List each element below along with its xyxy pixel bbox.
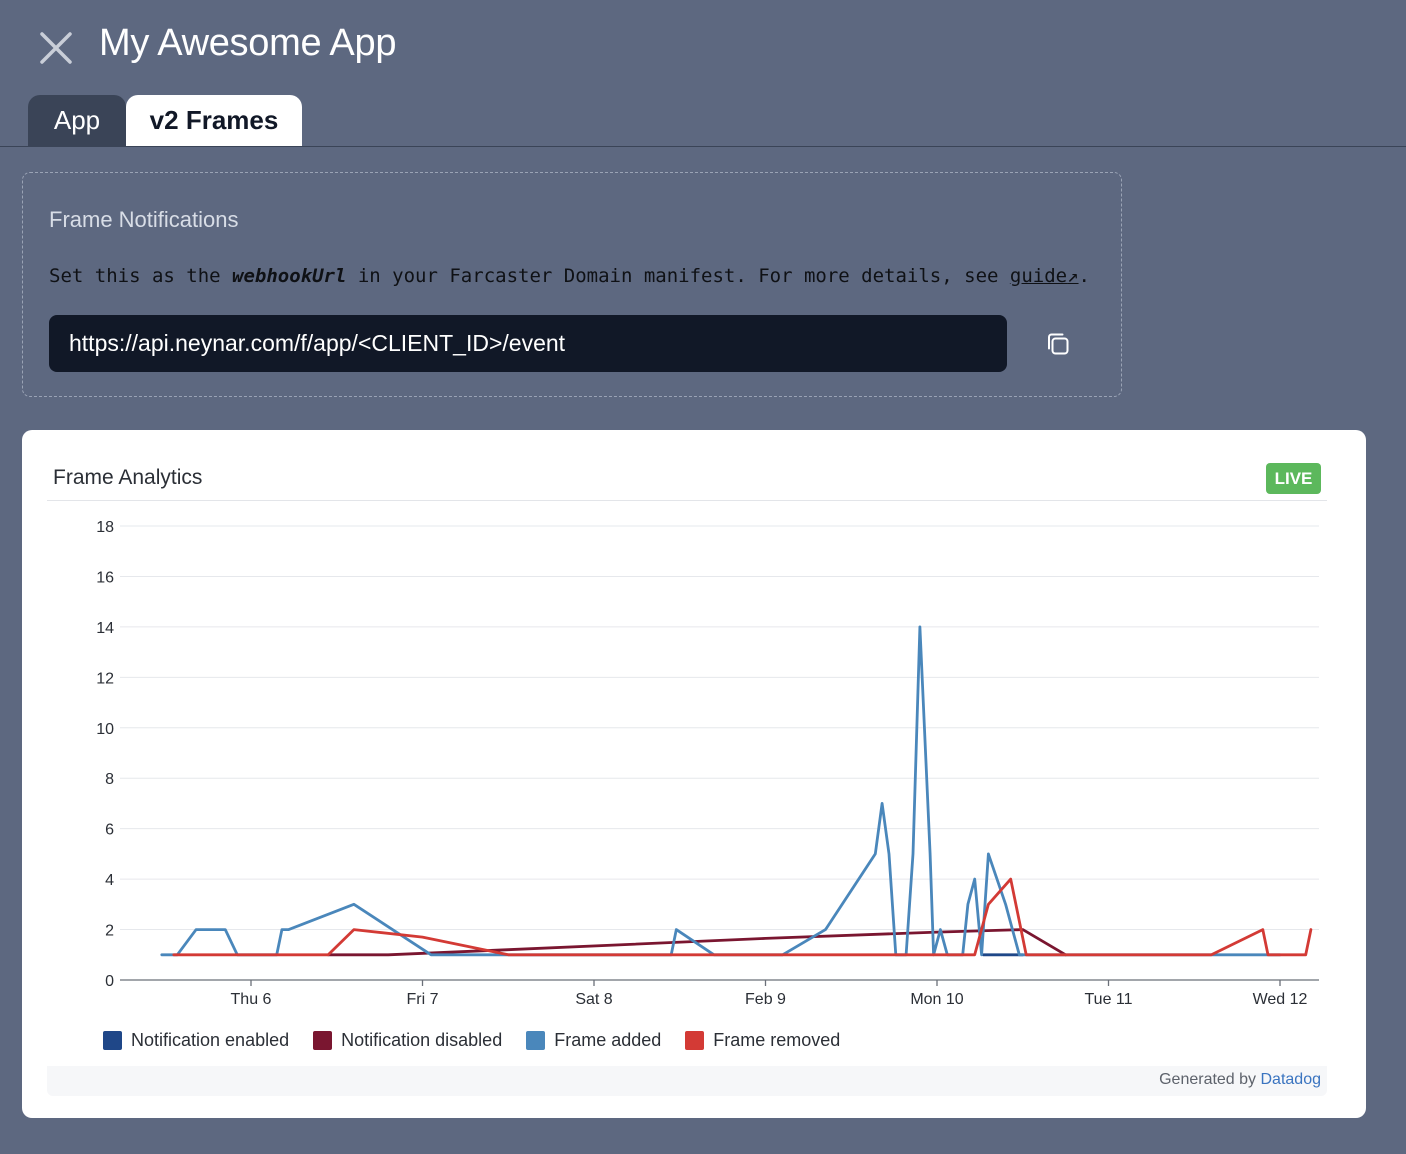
legend-swatch-frame-added <box>526 1031 546 1050</box>
y-tick-label: 18 <box>96 519 114 536</box>
x-tick-label: Sat 8 <box>575 991 612 1008</box>
frame-analytics-card: Frame Analytics LIVE 0 2 4 6 8 10 12 14 16 18 Thu … <box>22 430 1366 1118</box>
x-tick-label: Tue 11 <box>1084 991 1132 1008</box>
y-tick-label: 0 <box>105 973 114 990</box>
y-tick-label: 16 <box>96 569 114 586</box>
app-title: My Awesome App <box>99 22 397 64</box>
x-tick-label: Mon 10 <box>910 991 963 1008</box>
top-bar: My Awesome App <box>0 0 1406 90</box>
legend-item-frame-removed[interactable]: Frame removed <box>685 1030 840 1051</box>
y-tick-label: 14 <box>96 620 114 637</box>
close-icon[interactable] <box>36 28 76 68</box>
legend-label: Frame removed <box>713 1030 841 1050</box>
legend-item-frame-added[interactable]: Frame added <box>526 1030 661 1051</box>
desc-suffix: . <box>1078 265 1090 287</box>
desc-middle: in your Farcaster Domain manifest. For m… <box>346 265 1010 287</box>
datadog-link[interactable]: Datadog <box>1261 1071 1322 1088</box>
frame-notifications-title: Frame Notifications <box>49 207 239 232</box>
copy-icon[interactable] <box>1045 331 1071 357</box>
y-tick-label: 10 <box>96 721 114 738</box>
tab-app[interactable]: App <box>28 95 126 146</box>
x-tick-label: Fri 7 <box>407 991 439 1008</box>
legend-label: Notification enabled <box>131 1030 290 1050</box>
legend-swatch-notification-enabled <box>103 1031 122 1050</box>
y-tick-label: 12 <box>96 670 114 687</box>
chart-footer: Generated by Datadog <box>47 1066 1327 1096</box>
y-tick-label: 4 <box>105 872 114 889</box>
legend-label: Frame added <box>554 1030 662 1050</box>
guide-link[interactable]: guide↗ <box>1010 265 1079 287</box>
y-tick-label: 2 <box>105 923 114 940</box>
chart-legend: Notification enabled Notification disabl… <box>103 1030 864 1051</box>
tab-v2-frames[interactable]: v2 Frames <box>126 95 302 146</box>
frame-notifications-card: Frame Notifications Set this as the webh… <box>22 172 1122 397</box>
external-link-icon: ↗ <box>1067 265 1079 287</box>
legend-swatch-frame-removed <box>685 1031 705 1050</box>
tab-bar: App v2 Frames <box>28 95 302 146</box>
generated-by: Generated by Datadog <box>1159 1071 1321 1089</box>
y-tick-label: 8 <box>105 771 114 788</box>
frame-analytics-chart: 0 2 4 6 8 10 12 14 16 18 Thu 6 Fri 7 Sat 8 Feb 9 Mon 1… <box>96 519 1319 1008</box>
frame-notifications-description: Set this as the webhookUrl in your Farca… <box>49 265 1090 287</box>
legend-swatch-notification-disabled <box>313 1031 333 1050</box>
legend-label: Notification disabled <box>341 1030 503 1050</box>
series-line-frame-added <box>160 625 1282 957</box>
x-tick-label: Wed 12 <box>1253 991 1308 1008</box>
x-tick-label: Thu 6 <box>231 991 272 1008</box>
x-tick-label: Feb 9 <box>745 991 786 1008</box>
tabs-divider <box>0 146 1406 147</box>
webhook-url-code: webhookUrl <box>232 265 347 287</box>
generated-by-text: Generated by <box>1159 1071 1261 1088</box>
legend-item-notification-enabled[interactable]: Notification enabled <box>103 1030 289 1051</box>
guide-link-text: guide <box>1009 265 1068 287</box>
legend-item-notification-disabled[interactable]: Notification disabled <box>313 1030 502 1051</box>
webhook-url-field[interactable]: https://api.neynar.com/f/app/<CLIENT_ID>… <box>49 315 1007 372</box>
y-tick-label: 6 <box>105 822 114 839</box>
desc-prefix: Set this as the <box>49 265 233 287</box>
series-line-frame-removed <box>172 877 1313 957</box>
